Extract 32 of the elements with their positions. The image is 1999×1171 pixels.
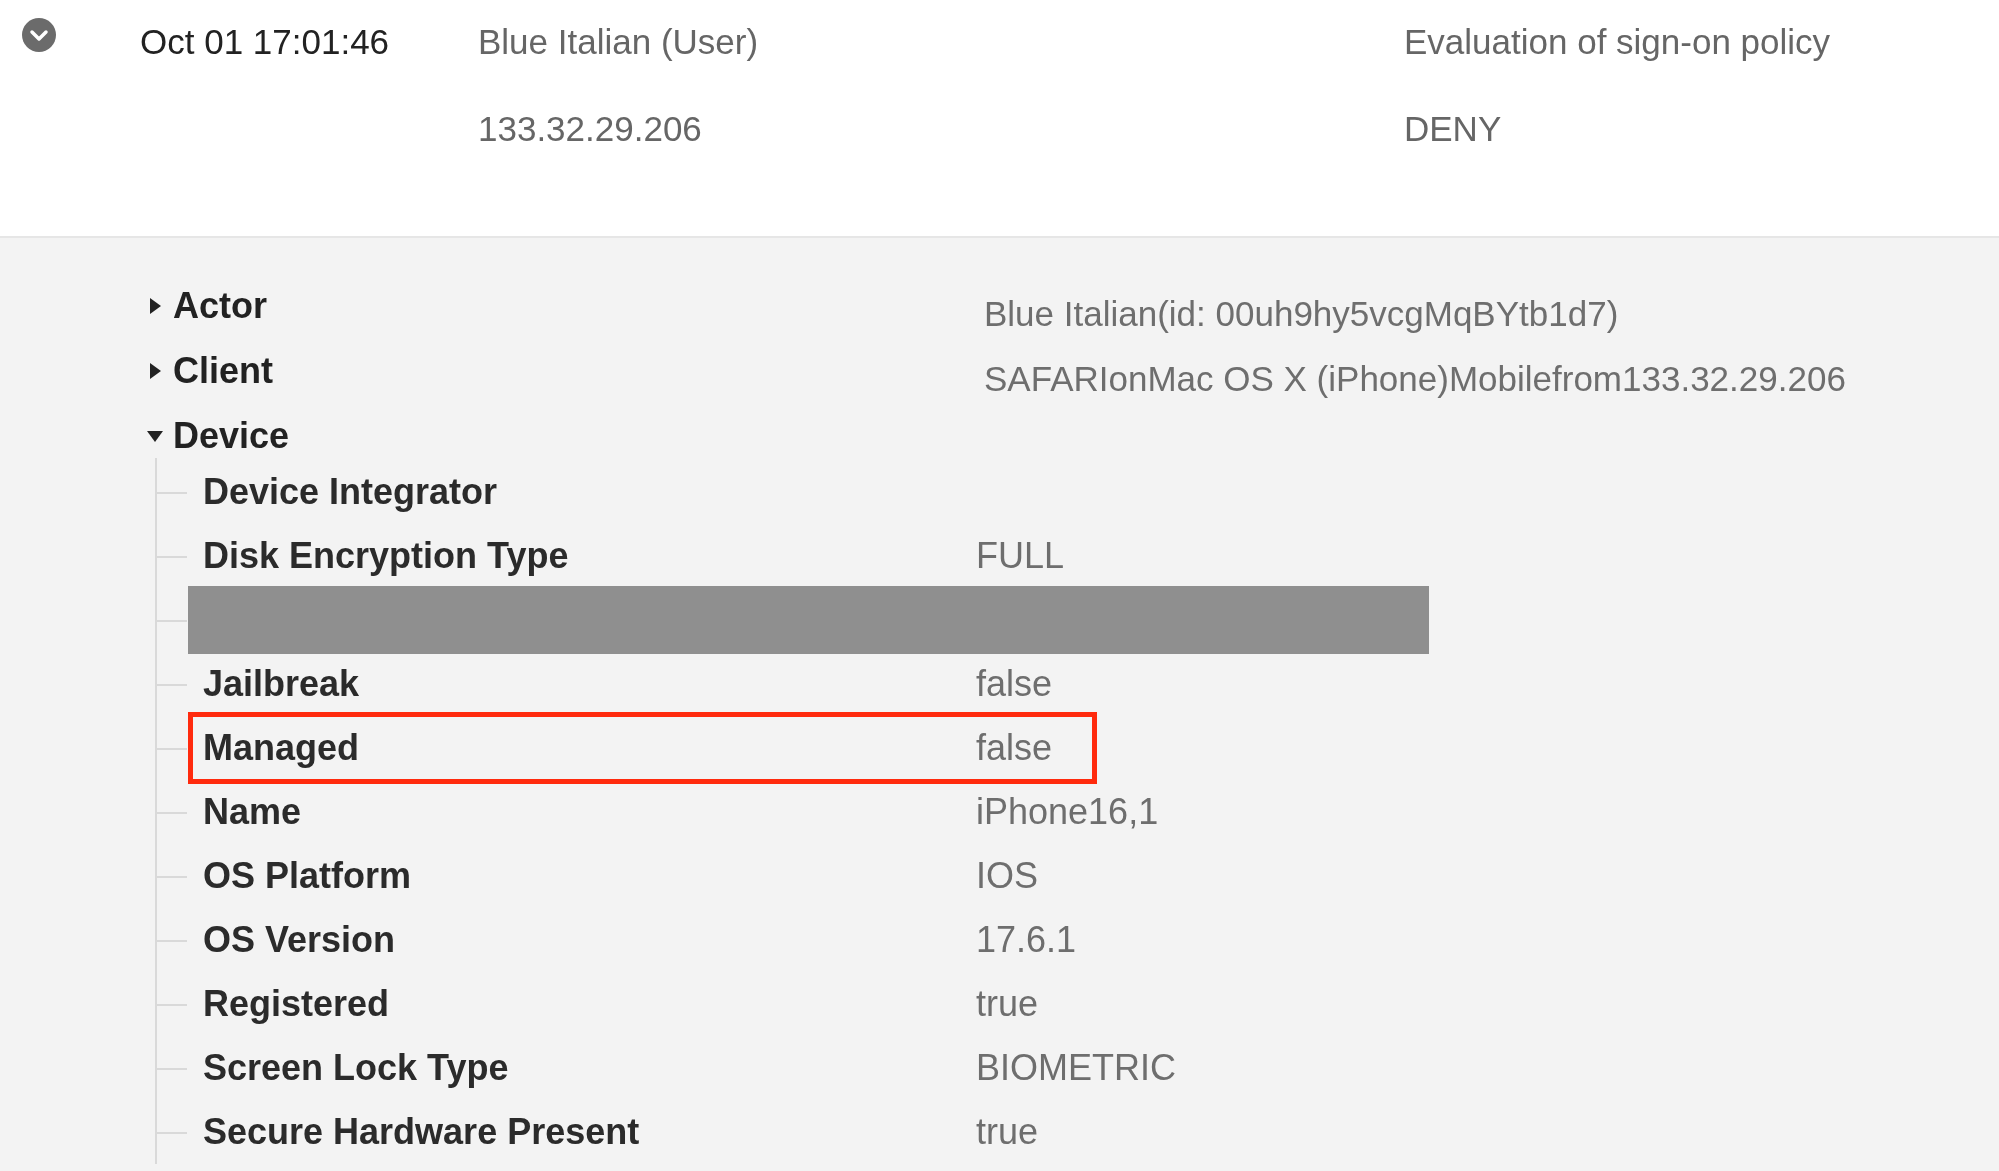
field-label: Screen Lock Type bbox=[203, 1046, 510, 1090]
section-value: SAFARIonMac OS X (iPhone)Mobilefrom133.32.29.206 bbox=[984, 358, 1846, 401]
caret-right-icon[interactable] bbox=[147, 297, 163, 314]
event-action: Evaluation of sign-on policy bbox=[1404, 21, 1831, 63]
field-label: OS Platform bbox=[203, 854, 413, 898]
field-label: Managed bbox=[203, 726, 361, 770]
field-label: Secure Hardware Present bbox=[203, 1110, 641, 1154]
chevron-icon[interactable] bbox=[22, 18, 56, 52]
caret-right-icon[interactable] bbox=[147, 362, 163, 379]
field-value: true bbox=[976, 982, 1039, 1026]
field-label: Registered bbox=[203, 982, 391, 1026]
field-label: Disk Encryption Type bbox=[203, 534, 570, 578]
event-ip: 133.32.29.206 bbox=[478, 107, 703, 150]
field-value: false bbox=[976, 726, 1053, 770]
section-label[interactable]: Client bbox=[173, 343, 273, 398]
section-label[interactable]: Actor bbox=[173, 278, 267, 333]
field-value: BIOMETRIC bbox=[976, 1046, 1176, 1090]
event-result: DENY bbox=[1404, 107, 1503, 150]
field-label: OS Version bbox=[203, 918, 397, 962]
field-value: true bbox=[976, 1110, 1039, 1154]
event-actor: Blue Italian (User) bbox=[478, 21, 760, 63]
section-value: Blue Italian(id: 00uh9hy5vcgMqBYtb1d7) bbox=[984, 293, 1619, 336]
field-value: iPhone16,1 bbox=[976, 790, 1159, 834]
field-label: Device Integrator bbox=[203, 470, 499, 514]
field-label: Jailbreak bbox=[203, 662, 361, 706]
field-value: IOS bbox=[976, 854, 1038, 898]
field-value: 17.6.1 bbox=[976, 918, 1077, 962]
field-value: false bbox=[976, 662, 1053, 706]
section-label[interactable]: Device bbox=[173, 408, 290, 463]
field-value: FULL bbox=[976, 534, 1065, 578]
field-label: Name bbox=[203, 790, 303, 834]
event-time: Oct 01 17:01:46 bbox=[140, 22, 390, 61]
